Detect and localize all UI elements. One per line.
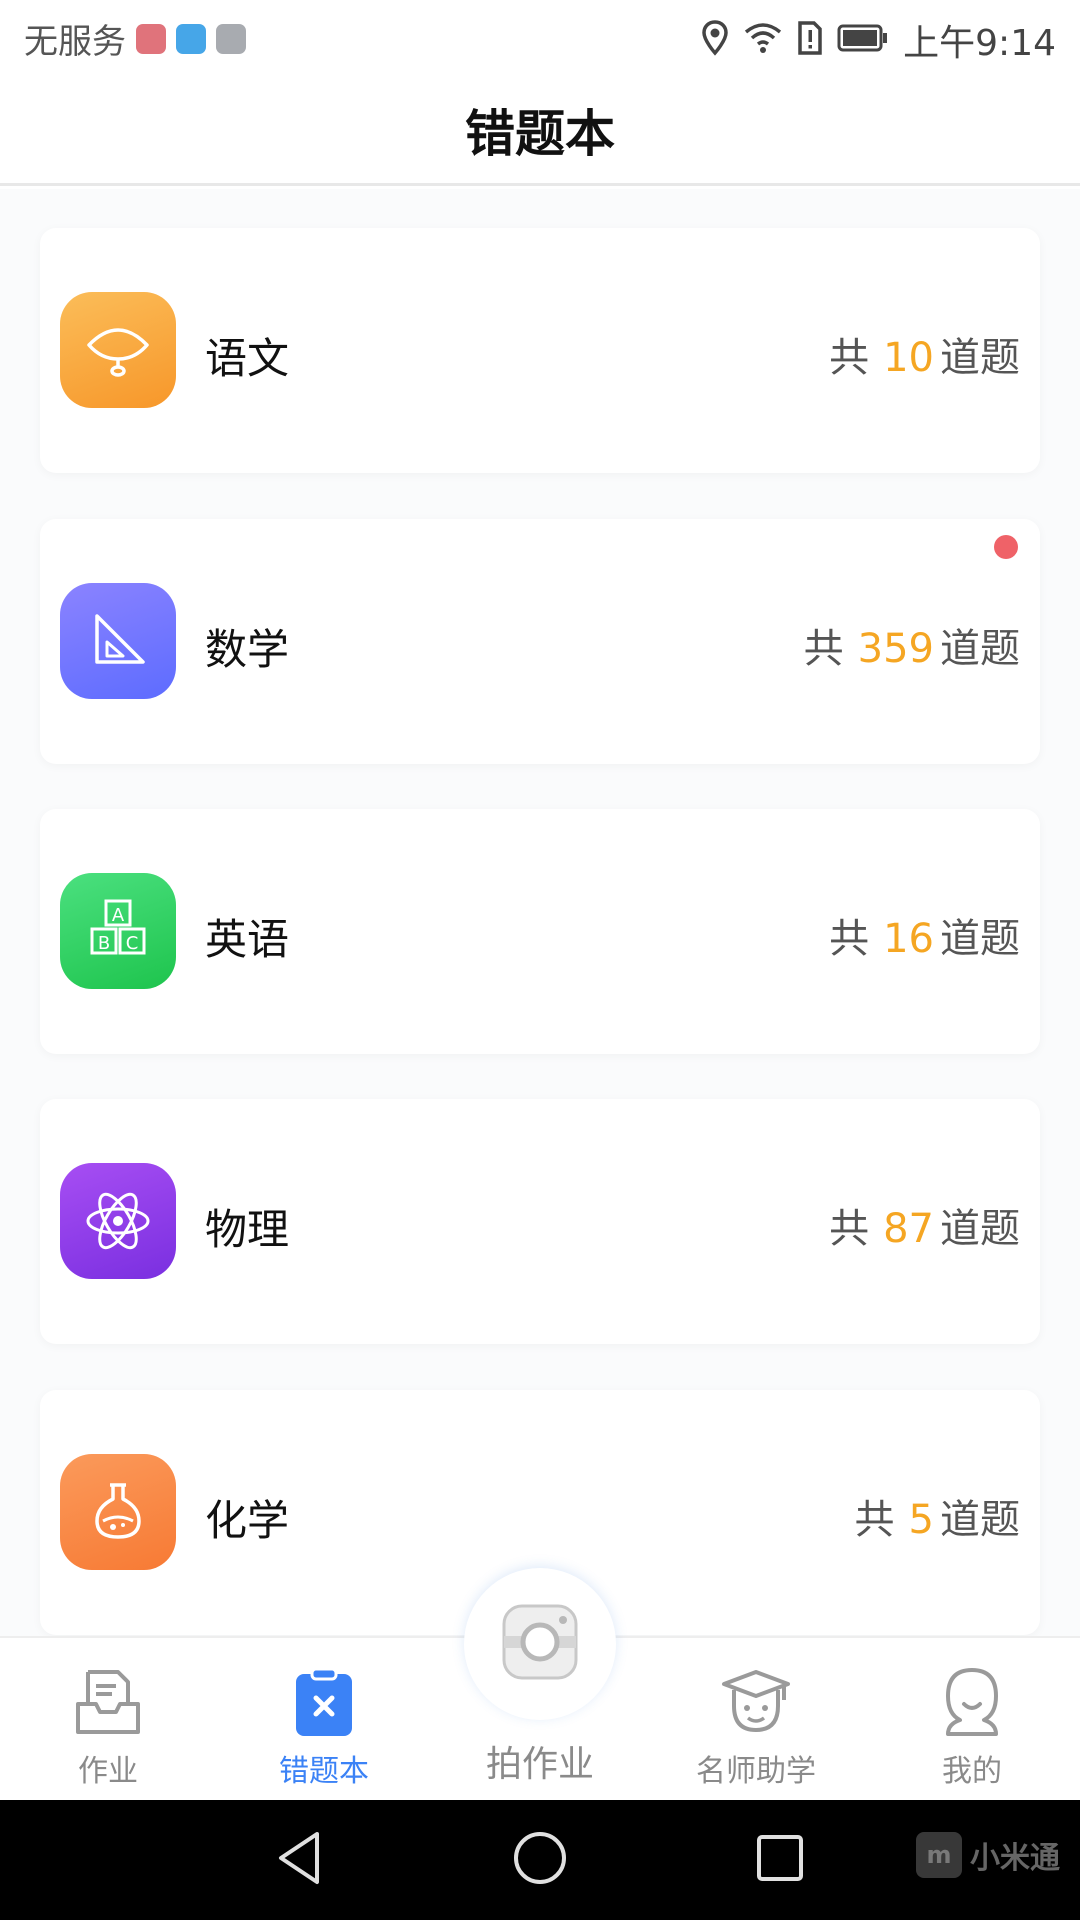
- home-button[interactable]: [510, 1830, 570, 1890]
- watermark-logo: m: [916, 1832, 962, 1878]
- take-photo-label[interactable]: 拍作业: [440, 1735, 640, 1787]
- carrier-text: 无服务: [24, 22, 126, 62]
- count-prefix: 共: [803, 626, 844, 672]
- question-count: 共 16 道题: [829, 906, 1020, 964]
- tab-label: 名师助学: [696, 1754, 816, 1789]
- count-suffix: 道题: [940, 335, 1020, 381]
- count-suffix: 道题: [940, 1206, 1020, 1252]
- battery-icon: [837, 24, 889, 56]
- tab-label: 我的: [942, 1754, 1002, 1789]
- tab-homework[interactable]: 作业: [0, 1638, 216, 1802]
- set-square-icon: [60, 583, 176, 699]
- health-icon: [176, 23, 206, 54]
- watermark-text: 小米通: [970, 1841, 1060, 1876]
- page-header: 错题本: [0, 74, 1080, 186]
- count-number: 5: [908, 1497, 934, 1543]
- svg-text:A: A: [112, 905, 125, 926]
- tab-label: 错题本: [279, 1754, 369, 1789]
- count-suffix: 道题: [940, 916, 1020, 962]
- status-right: 上午9:14: [701, 14, 1056, 66]
- tab-teacher-help[interactable]: 名师助学: [648, 1638, 864, 1802]
- question-count: 共 359 道题: [804, 616, 1020, 674]
- question-count: 共 5 道题: [855, 1487, 1020, 1545]
- wifi-icon: [743, 21, 783, 59]
- count-number: 10: [883, 335, 934, 381]
- message-icon: [216, 23, 246, 54]
- question-count: 共 87 道题: [829, 1196, 1020, 1254]
- count-prefix: 共: [829, 335, 870, 381]
- clock-text: 上午9:14: [903, 23, 1056, 64]
- count-prefix: 共: [854, 1497, 895, 1543]
- new-item-dot: [994, 535, 1018, 559]
- fan-icon: [60, 292, 176, 408]
- take-photo-button[interactable]: [464, 1568, 616, 1720]
- home-icon: [512, 1830, 568, 1890]
- vmall-icon: [136, 23, 166, 54]
- count-prefix: 共: [829, 916, 870, 962]
- svg-text:B: B: [98, 933, 110, 954]
- subject-card-english[interactable]: ABC 英语 共 16 道题: [40, 809, 1040, 1054]
- question-count: 共 10 道题: [829, 325, 1020, 383]
- status-bar: 无服务 上午9:14: [0, 0, 1080, 74]
- svg-text:C: C: [126, 933, 139, 954]
- watermark: m 小米通: [916, 1832, 1060, 1878]
- subject-name: 物理: [205, 1205, 290, 1254]
- tab-label: 作业: [78, 1754, 138, 1789]
- subject-list: 语文 共 10 道题 数学 共 359 道题 ABC 英语 共 16 道题 物理 共 87 道题…: [0, 189, 1080, 1636]
- atom-icon: [60, 1163, 176, 1279]
- subject-card-math[interactable]: 数学 共 359 道题: [40, 519, 1040, 764]
- count-number: 359: [857, 626, 934, 672]
- count-number: 16: [883, 916, 934, 962]
- recents-icon: [755, 1833, 805, 1887]
- location-icon: [701, 20, 729, 60]
- subject-name: 语文: [205, 334, 290, 383]
- homework-tray-icon: [68, 1662, 148, 1742]
- count-suffix: 道题: [940, 1497, 1020, 1543]
- back-button[interactable]: [270, 1830, 330, 1890]
- count-prefix: 共: [829, 1206, 870, 1252]
- tab-profile[interactable]: 我的: [864, 1638, 1080, 1802]
- sim-alert-icon: [797, 20, 823, 60]
- recents-button[interactable]: [750, 1830, 810, 1890]
- system-nav-bar: m 小米通: [0, 1800, 1080, 1920]
- subject-name: 化学: [205, 1496, 290, 1545]
- page-title: 错题本: [465, 105, 615, 163]
- subject-card-chinese[interactable]: 语文 共 10 道题: [40, 228, 1040, 473]
- teacher-cap-icon: [716, 1662, 796, 1742]
- subject-name: 数学: [205, 625, 290, 674]
- status-left: 无服务: [24, 14, 246, 63]
- camera-icon: [500, 1602, 580, 1686]
- count-number: 87: [883, 1206, 934, 1252]
- profile-icon: [932, 1662, 1012, 1742]
- subject-card-physics[interactable]: 物理 共 87 道题: [40, 1099, 1040, 1344]
- count-suffix: 道题: [940, 626, 1020, 672]
- abc-blocks-icon: ABC: [60, 873, 176, 989]
- flask-icon: [60, 1454, 176, 1570]
- tab-error-book[interactable]: 错题本: [216, 1638, 432, 1802]
- subject-name: 英语: [205, 915, 290, 964]
- error-book-icon: [284, 1662, 364, 1742]
- back-icon: [275, 1830, 325, 1890]
